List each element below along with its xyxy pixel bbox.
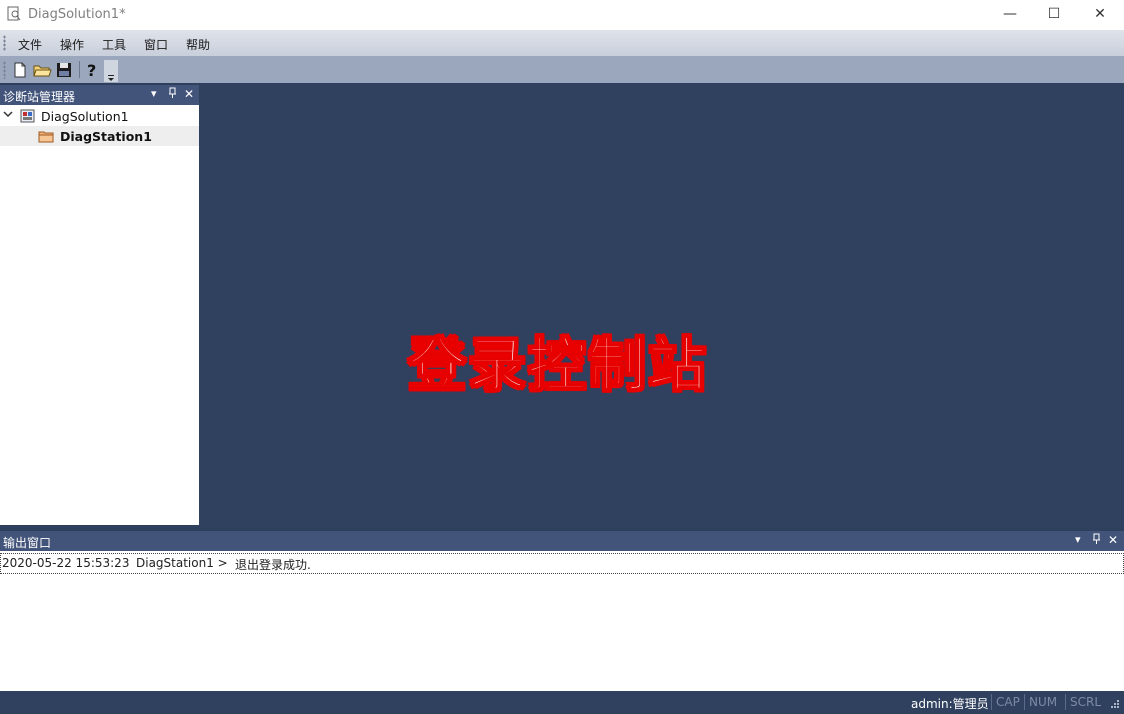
output-message: 退出登录成功.: [235, 558, 311, 572]
help-icon[interactable]: ?: [82, 60, 102, 80]
panel-dropdown-icon[interactable]: ▾: [151, 87, 157, 100]
status-user: admin:管理员: [911, 697, 989, 711]
output-time: 2020-05-22 15:53:23: [2, 556, 130, 570]
output-header: 输出窗口 ▾ ✕: [0, 531, 1124, 551]
login-control-station-text: 登录控制站: [407, 330, 709, 400]
output-source: DiagStation1 >: [136, 556, 228, 570]
menu-tools[interactable]: 工具: [102, 36, 126, 53]
status-bar: admin:管理员 CAP NUM SCRL: [0, 691, 1124, 713]
menu-help[interactable]: 帮助: [186, 36, 210, 53]
status-num: NUM: [1029, 695, 1058, 709]
window-title: DiagSolution1*: [28, 7, 126, 22]
tree-item-station[interactable]: DiagStation1: [0, 126, 199, 146]
output-pin-icon[interactable]: [1092, 533, 1101, 548]
tree-label: DiagSolution1: [41, 109, 129, 124]
svg-text:?: ?: [87, 61, 96, 80]
menu-bar: 文件 操作 工具 窗口 帮助: [0, 30, 1124, 56]
minimize-button[interactable]: —: [987, 0, 1033, 30]
menu-grip[interactable]: [3, 35, 6, 51]
output-panel: 输出窗口 ▾ ✕ 2020-05-22 15:53:23 DiagStation…: [0, 531, 1124, 691]
station-manager-header: 诊断站管理器 ▾ ✕: [0, 85, 199, 105]
status-separator: [1024, 694, 1025, 710]
new-file-icon[interactable]: [10, 60, 30, 80]
menu-file[interactable]: 文件: [18, 36, 42, 53]
toolbar-grip[interactable]: [3, 61, 6, 79]
tree-item-solution[interactable]: DiagSolution1: [0, 106, 199, 126]
output-dropdown-icon[interactable]: ▾: [1075, 533, 1081, 546]
save-icon[interactable]: [54, 60, 74, 80]
toolbar-separator: [79, 61, 80, 78]
document-area: [200, 83, 1124, 527]
station-manager-title: 诊断站管理器: [3, 90, 76, 104]
toolbar: ?: [0, 56, 1124, 83]
output-row[interactable]: 2020-05-22 15:53:23 DiagStation1 > 退出登录成…: [0, 553, 1124, 574]
status-scrl: SCRL: [1070, 695, 1102, 709]
folder-icon: [38, 128, 54, 147]
expand-chevron-icon[interactable]: [3, 109, 13, 122]
close-button[interactable]: ✕: [1077, 0, 1123, 30]
maximize-button[interactable]: ☐: [1031, 0, 1077, 30]
panel-close-icon[interactable]: ✕: [184, 87, 194, 101]
output-title: 输出窗口: [3, 536, 52, 550]
menu-operate[interactable]: 操作: [60, 36, 84, 53]
solution-icon: [20, 108, 36, 127]
app-icon: [6, 6, 22, 22]
title-bar: DiagSolution1* — ☐ ✕: [0, 0, 1124, 30]
resize-grip-icon[interactable]: [1108, 699, 1120, 714]
status-separator: [1065, 694, 1066, 710]
toolbar-overflow-button[interactable]: [104, 60, 118, 82]
menu-window[interactable]: 窗口: [144, 36, 168, 53]
tree-label: DiagStation1: [60, 129, 152, 144]
output-close-icon[interactable]: ✕: [1108, 533, 1118, 547]
status-cap: CAP: [996, 695, 1020, 709]
pin-icon[interactable]: [168, 87, 177, 102]
station-manager-panel: 诊断站管理器 ▾ ✕ DiagSolution1 DiagStation1: [0, 85, 199, 525]
open-folder-icon[interactable]: [32, 60, 52, 80]
status-separator: [991, 694, 992, 710]
